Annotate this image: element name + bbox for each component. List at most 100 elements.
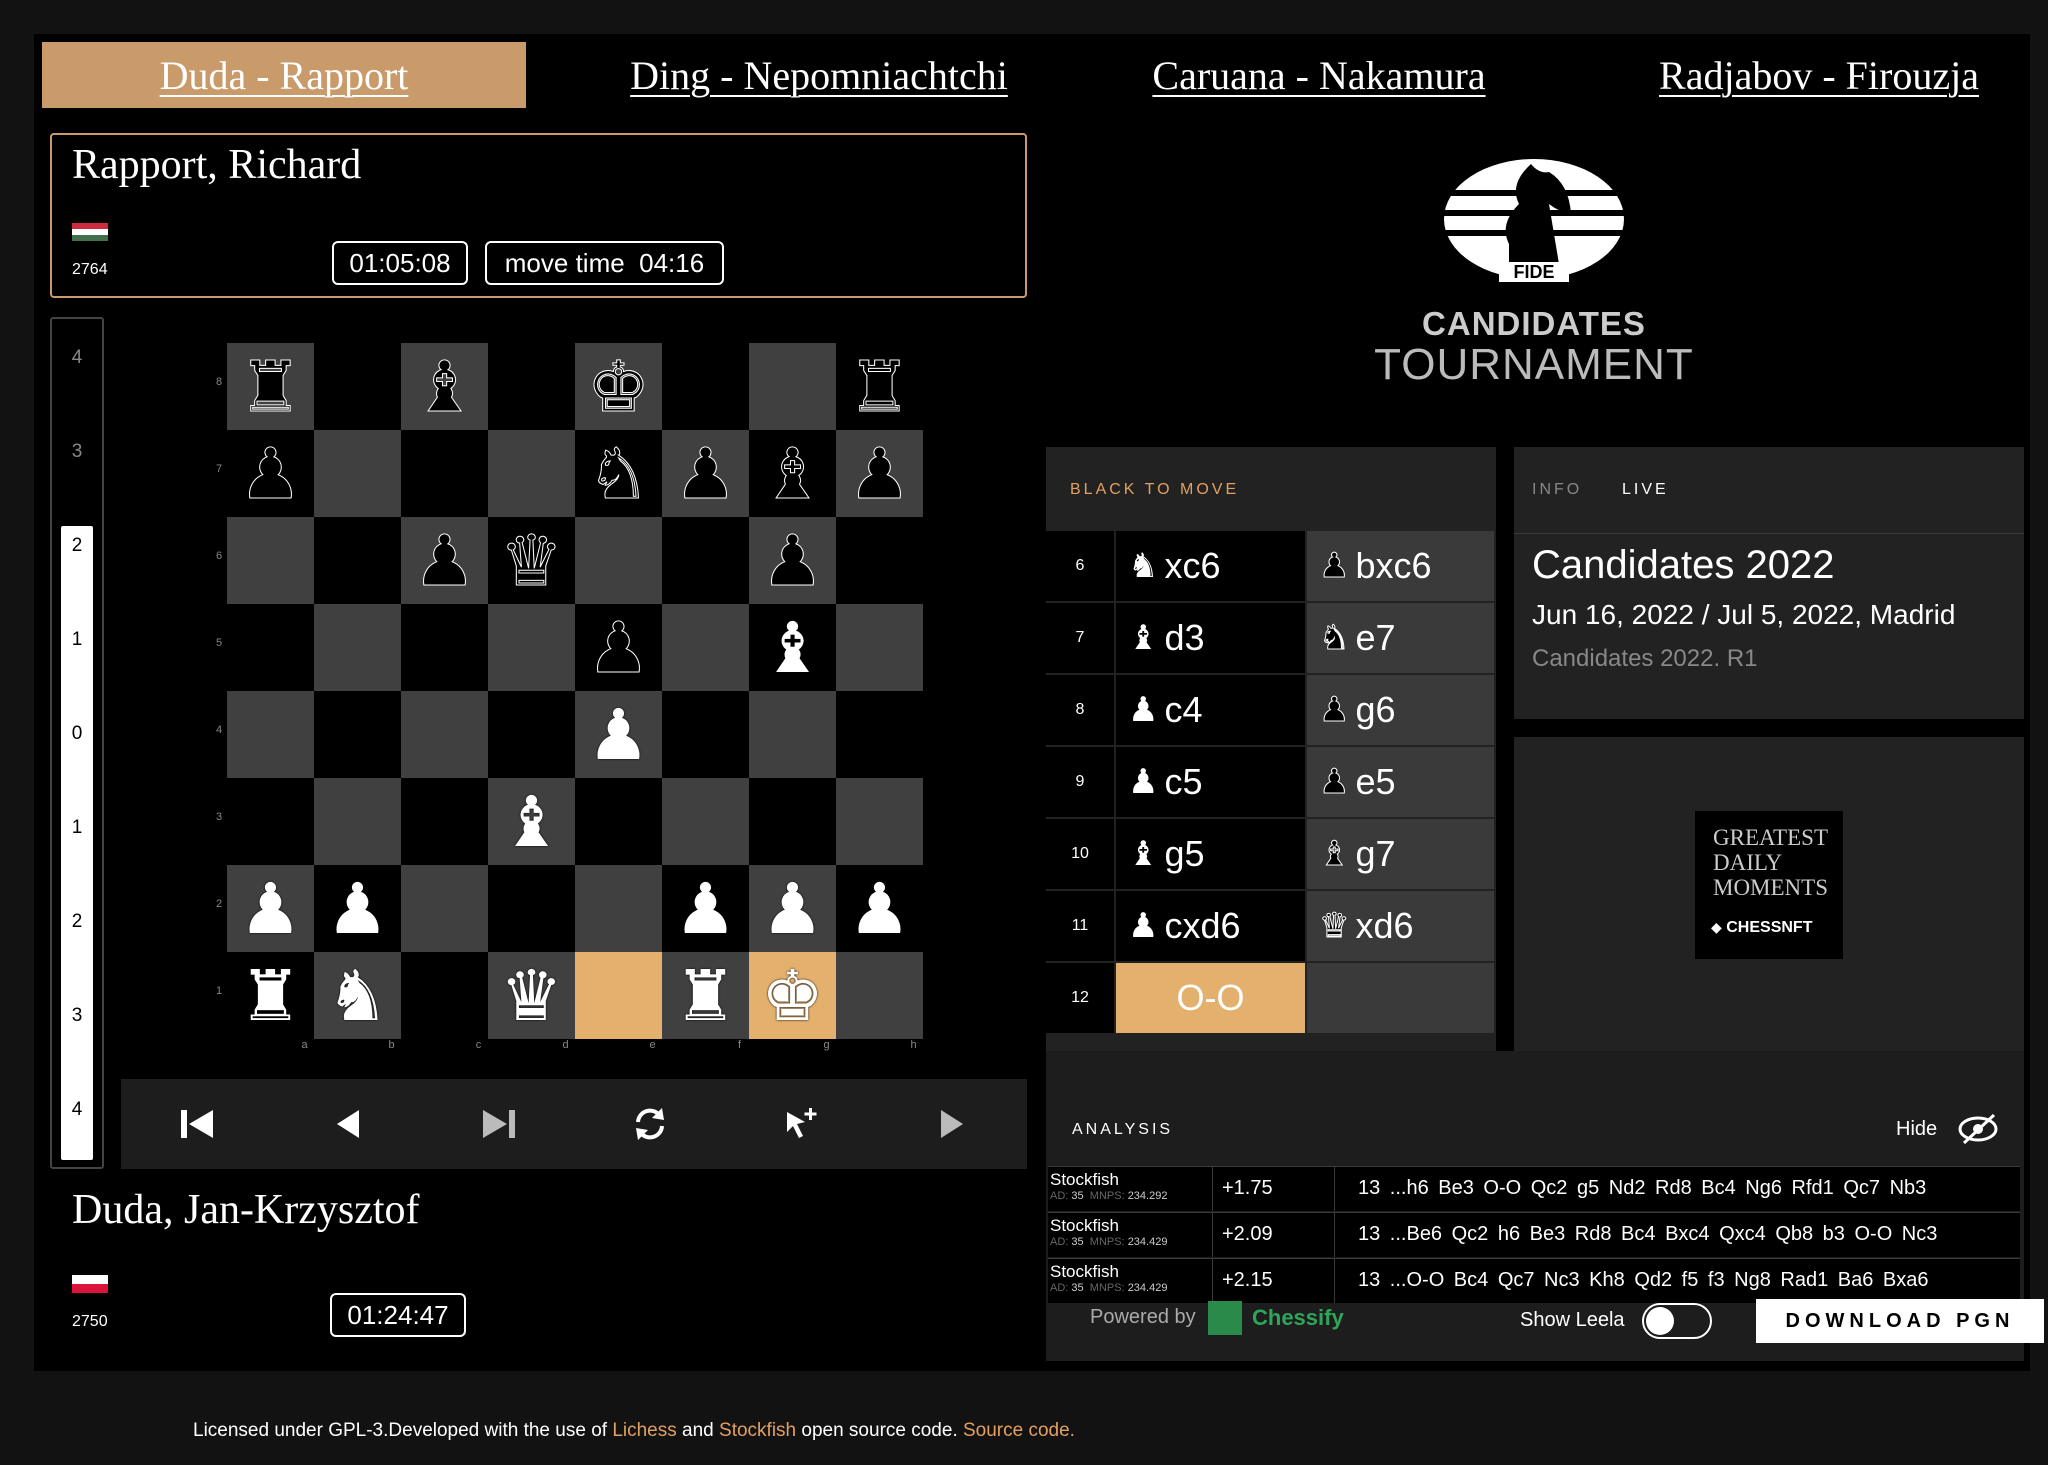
square-c7[interactable] <box>401 430 488 517</box>
square-e7[interactable]: ♞ <box>575 430 662 517</box>
previous-move-button[interactable] <box>318 1094 378 1154</box>
square-g5[interactable]: ♝ <box>749 604 836 691</box>
square-d4[interactable] <box>488 691 575 778</box>
square-b5[interactable] <box>314 604 401 691</box>
square-g1[interactable]: ♚ <box>749 952 836 1039</box>
black-bishop-icon[interactable]: ♝ <box>761 438 825 509</box>
square-d8[interactable] <box>488 343 575 430</box>
square-c8[interactable]: ♝ <box>401 343 488 430</box>
square-a8[interactable]: 8 ♜ <box>216 343 314 430</box>
analysis-cursor-button[interactable] <box>771 1094 831 1154</box>
white-move[interactable]: ♝ g5 <box>1116 819 1305 889</box>
square-h2[interactable]: ♟ <box>836 865 923 952</box>
tab-info[interactable]: INFO <box>1532 481 1582 499</box>
show-leela-toggle[interactable] <box>1642 1303 1712 1339</box>
square-h5[interactable] <box>836 604 923 691</box>
square-d6[interactable]: ♛ <box>488 517 575 604</box>
chess-board[interactable]: 8 ♜ ♝ ♚ ♜ 7 ♟ ♞ ♟ ♝ ♟ 6 ♟ ♛ ♟ 5 ♟ ♝ 4 ♟ 3 ♝ 2 ♟ ♟ ♟ ♟ ♟ 1 ♜ ♞ ♛ ♜ ♚ <box>216 343 923 1039</box>
tab-duda-rapport[interactable]: Duda - Rapport <box>42 42 526 108</box>
square-h1[interactable] <box>836 952 923 1039</box>
white-move[interactable]: ♟ c5 <box>1116 747 1305 817</box>
square-c2[interactable] <box>401 865 488 952</box>
white-bishop-icon[interactable]: ♝ <box>761 613 824 683</box>
white-rook-icon[interactable]: ♜ <box>239 961 302 1031</box>
square-e1[interactable] <box>575 952 662 1039</box>
square-f3[interactable] <box>662 778 749 865</box>
square-b4[interactable] <box>314 691 401 778</box>
square-g8[interactable] <box>749 343 836 430</box>
square-f1[interactable]: ♜ <box>662 952 749 1039</box>
chessify-link[interactable]: Chessify <box>1252 1305 1344 1331</box>
white-pawn-icon[interactable]: ♟ <box>239 874 302 944</box>
square-a5[interactable]: 5 <box>216 604 314 691</box>
black-move[interactable]: ♛ xd6 <box>1307 891 1494 961</box>
tab-radjabov-firouzja[interactable]: Radjabov - Firouzja <box>1574 42 2048 108</box>
square-a1[interactable]: 1 ♜ <box>216 952 314 1039</box>
black-move[interactable]: ♞ e7 <box>1307 603 1494 673</box>
white-move[interactable]: ♟ c4 <box>1116 675 1305 745</box>
analysis-line[interactable]: Stockfish AD: 35 MNPS: 234.429 +2.15 13 ...… <box>1048 1258 2020 1303</box>
white-move[interactable]: ♝ d3 <box>1116 603 1305 673</box>
black-knight-icon[interactable]: ♞ <box>587 438 651 509</box>
square-f6[interactable] <box>662 517 749 604</box>
square-b3[interactable] <box>314 778 401 865</box>
black-pawn-icon[interactable]: ♟ <box>848 438 912 509</box>
square-g7[interactable]: ♝ <box>749 430 836 517</box>
white-pawn-icon[interactable]: ♟ <box>587 700 650 770</box>
square-c6[interactable]: ♟ <box>401 517 488 604</box>
chessnft-ad[interactable]: GREATEST DAILY MOMENTS ◆ CHESSNFT <box>1695 811 1843 959</box>
white-move[interactable]: ♞ xc6 <box>1116 531 1305 601</box>
white-pawn-icon[interactable]: ♟ <box>848 874 911 944</box>
source-code-link[interactable]: Source code. <box>963 1420 1075 1441</box>
white-knight-icon[interactable]: ♞ <box>326 961 389 1031</box>
white-pawn-icon[interactable]: ♟ <box>674 874 737 944</box>
square-b8[interactable] <box>314 343 401 430</box>
square-h4[interactable] <box>836 691 923 778</box>
tab-caruana-nakamura[interactable]: Caruana - Nakamura <box>1074 42 1564 108</box>
white-queen-icon[interactable]: ♛ <box>500 961 563 1031</box>
square-a4[interactable]: 4 <box>216 691 314 778</box>
square-f2[interactable]: ♟ <box>662 865 749 952</box>
square-d1[interactable]: ♛ <box>488 952 575 1039</box>
download-pgn-button[interactable]: DOWNLOAD PGN <box>1756 1299 2044 1343</box>
square-d7[interactable] <box>488 430 575 517</box>
analysis-line[interactable]: Stockfish AD: 35 MNPS: 234.429 +2.09 13 ...… <box>1048 1212 2020 1257</box>
square-c4[interactable] <box>401 691 488 778</box>
square-a2[interactable]: 2 ♟ <box>216 865 314 952</box>
black-rook-icon[interactable]: ♜ <box>848 351 912 422</box>
square-b1[interactable]: ♞ <box>314 952 401 1039</box>
square-f4[interactable] <box>662 691 749 778</box>
stockfish-link[interactable]: Stockfish <box>719 1420 796 1441</box>
black-rook-icon[interactable]: ♜ <box>239 351 303 422</box>
square-b2[interactable]: ♟ <box>314 865 401 952</box>
hide-analysis-button[interactable] <box>1956 1111 2000 1152</box>
white-move[interactable]: O-O <box>1116 963 1305 1033</box>
white-pawn-icon[interactable]: ♟ <box>326 874 389 944</box>
square-h6[interactable] <box>836 517 923 604</box>
play-button[interactable] <box>922 1094 982 1154</box>
square-g6[interactable]: ♟ <box>749 517 836 604</box>
square-c1[interactable] <box>401 952 488 1039</box>
square-a3[interactable]: 3 <box>216 778 314 865</box>
square-e3[interactable] <box>575 778 662 865</box>
square-g4[interactable] <box>749 691 836 778</box>
hide-analysis-label[interactable]: Hide <box>1896 1118 1937 1141</box>
flip-board-button[interactable] <box>620 1094 680 1154</box>
tab-ding-nepomniachtchi[interactable]: Ding - Nepomniachtchi <box>574 42 1064 108</box>
black-pawn-icon[interactable]: ♟ <box>674 438 738 509</box>
square-e5[interactable]: ♟ <box>575 604 662 691</box>
square-f8[interactable] <box>662 343 749 430</box>
square-f5[interactable] <box>662 604 749 691</box>
square-a6[interactable]: 6 <box>216 517 314 604</box>
square-h7[interactable]: ♟ <box>836 430 923 517</box>
square-c3[interactable] <box>401 778 488 865</box>
white-rook-icon[interactable]: ♜ <box>674 961 737 1031</box>
black-move[interactable]: ♟ bxc6 <box>1307 531 1494 601</box>
black-move[interactable]: ♟ g6 <box>1307 675 1494 745</box>
square-d3[interactable]: ♝ <box>488 778 575 865</box>
white-move[interactable]: ♟ cxd6 <box>1116 891 1305 961</box>
analysis-line[interactable]: Stockfish AD: 35 MNPS: 234.292 +1.75 13 ...… <box>1048 1166 2020 1211</box>
lichess-link[interactable]: Lichess <box>612 1420 676 1441</box>
square-b6[interactable] <box>314 517 401 604</box>
first-move-button[interactable] <box>167 1094 227 1154</box>
